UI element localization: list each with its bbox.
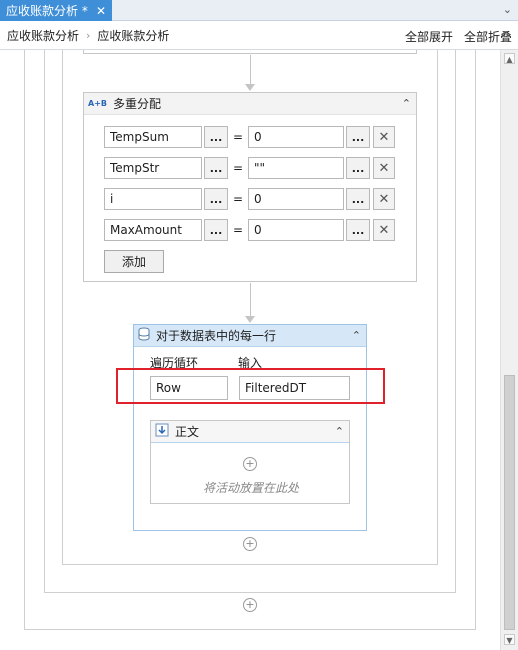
assign-icon: A+B xyxy=(88,99,107,108)
breadcrumb-item-root[interactable]: 应收账款分析 xyxy=(7,27,79,44)
for-each-title: 对于数据表中的每一行 xyxy=(156,329,277,343)
breadcrumb-separator: › xyxy=(86,29,91,42)
add-button[interactable]: 添加 xyxy=(104,250,164,273)
breadcrumb-item-current[interactable]: 应收账款分析 xyxy=(97,27,169,44)
equals-sign: = xyxy=(232,161,244,175)
connector-line xyxy=(250,283,251,317)
assign-row: TempStr ... = "" ... ✕ xyxy=(104,157,395,179)
assign-value-field[interactable]: "" xyxy=(248,157,344,179)
equals-sign: = xyxy=(232,223,244,237)
multi-assign-activity[interactable]: A+B 多重分配 ⌃ TempSum ... = 0 ... ✕ TempStr… xyxy=(83,92,417,282)
chevron-down-icon[interactable]: ⌄ xyxy=(503,3,512,16)
breadcrumb: 应收账款分析 › 应收账款分析 全部展开 全部折叠 xyxy=(0,22,518,50)
ellipsis-button[interactable]: ... xyxy=(346,188,370,210)
ellipsis-button[interactable]: ... xyxy=(346,126,370,148)
vertical-scrollbar[interactable]: ▲ ▼ xyxy=(500,50,518,650)
ellipsis-button[interactable]: ... xyxy=(204,219,228,241)
multi-assign-title: 多重分配 xyxy=(113,97,162,111)
ellipsis-button[interactable]: ... xyxy=(204,126,228,148)
body-icon xyxy=(155,423,169,440)
connector-arrow xyxy=(245,316,255,323)
scroll-up-icon[interactable]: ▲ xyxy=(504,53,515,64)
scroll-down-icon[interactable]: ▼ xyxy=(504,634,515,645)
scrollbar-thumb[interactable] xyxy=(504,375,515,630)
collapse-all-button[interactable]: 全部折叠 xyxy=(464,28,512,45)
body-title: 正文 xyxy=(175,425,200,439)
collapse-icon[interactable]: ⌃ xyxy=(335,425,344,438)
close-icon[interactable]: ✕ xyxy=(96,4,106,18)
assign-value-field[interactable]: 0 xyxy=(248,126,344,148)
add-activity-plus-icon[interactable]: + xyxy=(243,457,257,471)
assign-to-field[interactable]: i xyxy=(104,188,202,210)
ellipsis-button[interactable]: ... xyxy=(346,157,370,179)
assign-row: i ... = 0 ... ✕ xyxy=(104,188,395,210)
database-icon xyxy=(138,327,150,344)
add-activity-plus-icon[interactable]: + xyxy=(243,598,257,612)
collapse-icon[interactable]: ⌃ xyxy=(352,329,361,342)
equals-sign: = xyxy=(232,192,244,206)
assign-row: MaxAmount ... = 0 ... ✕ xyxy=(104,219,395,241)
highlight-box xyxy=(116,368,385,404)
assign-to-field[interactable]: TempStr xyxy=(104,157,202,179)
add-activity-plus-icon[interactable]: + xyxy=(243,537,257,551)
document-tab-strip: 应收账款分析 * ✕ ⌄ xyxy=(0,0,518,21)
delete-row-icon[interactable]: ✕ xyxy=(373,219,395,241)
tab-title: 应收账款分析 * xyxy=(6,4,88,18)
body-header: 正文 ⌃ xyxy=(151,421,349,443)
assign-row: TempSum ... = 0 ... ✕ xyxy=(104,126,395,148)
delete-row-icon[interactable]: ✕ xyxy=(373,188,395,210)
body-container[interactable]: 正文 ⌃ + 将活动放置在此处 xyxy=(150,420,350,504)
ellipsis-button[interactable]: ... xyxy=(346,219,370,241)
connector-line xyxy=(250,55,251,85)
previous-activity-card xyxy=(83,50,417,54)
drop-activity-placeholder: 将活动放置在此处 xyxy=(203,481,300,495)
multi-assign-header: A+B 多重分配 ⌃ xyxy=(84,93,416,115)
assign-value-field[interactable]: 0 xyxy=(248,219,344,241)
delete-row-icon[interactable]: ✕ xyxy=(373,126,395,148)
for-each-header: 对于数据表中的每一行 ⌃ xyxy=(134,325,366,347)
assign-to-field[interactable]: TempSum xyxy=(104,126,202,148)
designer-canvas: A+B 多重分配 ⌃ TempSum ... = 0 ... ✕ TempStr… xyxy=(0,50,500,650)
for-each-row-activity[interactable]: 对于数据表中的每一行 ⌃ 遍历循环 输入 Row FilteredDT 正文 ⌃… xyxy=(133,324,367,531)
assign-value-field[interactable]: 0 xyxy=(248,188,344,210)
collapse-icon[interactable]: ⌃ xyxy=(402,97,411,110)
ellipsis-button[interactable]: ... xyxy=(204,188,228,210)
tab-receivables-analysis[interactable]: 应收账款分析 * ✕ xyxy=(0,0,112,21)
expand-all-button[interactable]: 全部展开 xyxy=(405,28,453,45)
connector-arrow xyxy=(245,84,255,91)
equals-sign: = xyxy=(232,130,244,144)
delete-row-icon[interactable]: ✕ xyxy=(373,157,395,179)
ellipsis-button[interactable]: ... xyxy=(204,157,228,179)
assign-to-field[interactable]: MaxAmount xyxy=(104,219,202,241)
